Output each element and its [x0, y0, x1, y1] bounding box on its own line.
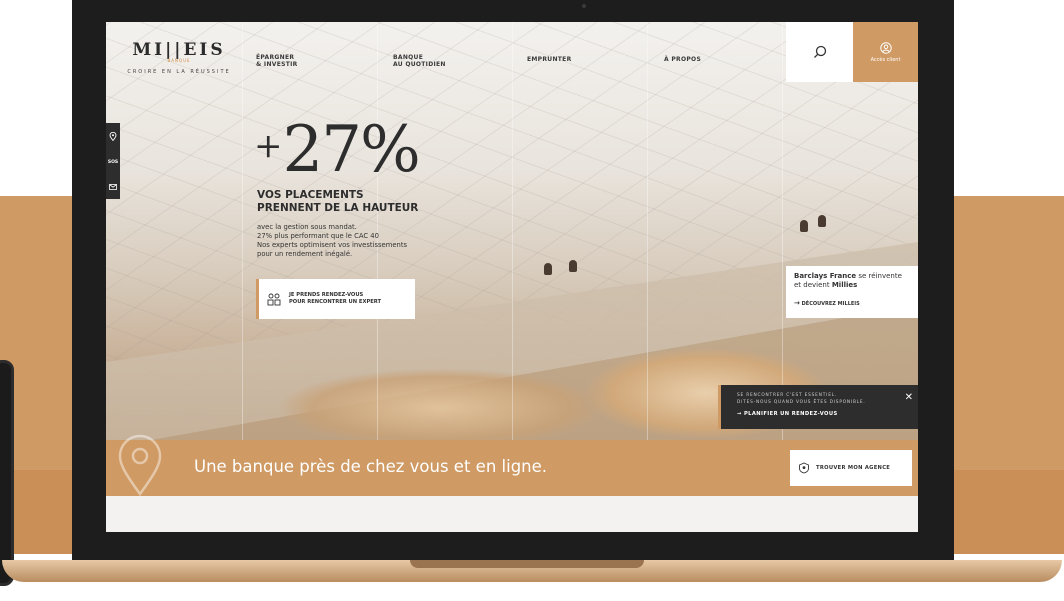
- nav-banque[interactable]: BANQUE AU QUOTIDIEN: [393, 54, 446, 68]
- hero-figure: +27%: [254, 114, 421, 182]
- bottom-strip: [106, 496, 918, 532]
- person-figure: [544, 263, 552, 275]
- hero-headline-line: PRENNENT DE LA HAUTEUR: [257, 202, 419, 214]
- user-icon: [879, 41, 892, 54]
- appointment-label: JE PRENDS RENDEZ-VOUS POUR RENCONTRER UN…: [289, 292, 381, 307]
- website-screen: MI||EIS BANQUE CROIRE EN LA RÉUSSITE ÉPA…: [106, 22, 918, 532]
- logo-wordmark: MI||EIS: [132, 40, 226, 60]
- find-agency-button[interactable]: TROUVER MON AGENCE: [790, 450, 912, 486]
- meeting-banner: SE RENCONTRER C'EST ESSENTIEL. DITES-NOU…: [718, 385, 918, 429]
- meeting-line: DITES-NOUS QUAND VOUS ÊTES DISPONIBLE.: [737, 400, 866, 405]
- appointment-label-line: POUR RENCONTRER UN EXPERT: [289, 299, 382, 305]
- promo-new-brand: Millies: [831, 281, 858, 289]
- sos-button[interactable]: SOS: [108, 160, 118, 165]
- agency-band: Une banque près de chez vous et en ligne…: [106, 434, 918, 496]
- promo-link-label: DÉCOUVREZ MILLEIS: [801, 301, 860, 307]
- promo-link[interactable]: → DÉCOUVREZ MILLEIS: [794, 299, 860, 307]
- nav-emprunter[interactable]: EMPRUNTER: [527, 56, 572, 63]
- search-button[interactable]: [786, 22, 853, 82]
- promo-text-part: et devient: [794, 281, 832, 289]
- promo-text-part: se réinvente: [856, 272, 902, 280]
- hero-desc-line: pour un rendement inégalé.: [257, 250, 353, 258]
- client-access-label: Accès client: [870, 56, 901, 63]
- camera: [582, 4, 586, 8]
- logo[interactable]: MI||EIS BANQUE CROIRE EN LA RÉUSSITE: [124, 40, 234, 75]
- appointment-label-line: JE PRENDS RENDEZ-VOUS: [289, 291, 364, 298]
- meeting-line: SE RENCONTRER C'EST ESSENTIEL.: [737, 393, 838, 398]
- hero-percent: 27%: [282, 113, 421, 187]
- person-figure: [800, 220, 808, 232]
- schedule-meeting-label: PLANIFIER UN RENDEZ-VOUS: [743, 411, 838, 417]
- nav-epargner[interactable]: ÉPARGNER & INVESTIR: [256, 54, 298, 68]
- hero-swirl: [276, 368, 606, 448]
- people-meeting-icon: [267, 293, 281, 306]
- location-pin-outline-icon: [118, 434, 162, 496]
- quick-sidebar: SOS: [106, 123, 120, 199]
- promo-text: Barclays France se réinvente et devient …: [794, 272, 916, 290]
- arrow-right-icon: →: [737, 411, 742, 417]
- find-agency-label: TROUVER MON AGENCE: [816, 465, 891, 471]
- logo-tagline: CROIRE EN LA RÉUSSITE: [127, 69, 231, 75]
- schedule-meeting-link[interactable]: → PLANIFIER UN RENDEZ-VOUS: [737, 411, 838, 417]
- search-icon: [813, 45, 826, 58]
- mail-icon[interactable]: [109, 183, 117, 190]
- shield-pin-icon: [799, 462, 809, 474]
- agency-title: Une banque près de chez vous et en ligne…: [194, 457, 548, 476]
- person-figure: [569, 260, 577, 272]
- hero-desc-line: 27% plus performant que le CAC 40: [257, 232, 379, 240]
- client-access-button[interactable]: Accès client: [853, 22, 918, 82]
- hero-desc-line: Nos experts optimisent vos investissemen…: [257, 241, 408, 249]
- nav-a-propos[interactable]: À PROPOS: [664, 56, 701, 63]
- promo-card[interactable]: Barclays France se réinvente et devient …: [786, 266, 918, 318]
- hero-plus: +: [254, 126, 283, 166]
- promo-brand: Barclays France: [794, 272, 857, 280]
- hero-desc-line: avec la gestion sous mandat.: [257, 223, 357, 231]
- phone-edge: [0, 360, 14, 586]
- person-figure: [818, 215, 826, 227]
- hero-description: avec la gestion sous mandat. 27% plus pe…: [257, 223, 447, 259]
- laptop-notch: [410, 560, 644, 568]
- location-pin-icon[interactable]: [109, 132, 117, 142]
- hero-headline: VOS PLACEMENTS PRENNENT DE LA HAUTEUR: [257, 189, 457, 215]
- close-icon[interactable]: ✕: [905, 392, 913, 403]
- appointment-button[interactable]: JE PRENDS RENDEZ-VOUS POUR RENCONTRER UN…: [256, 279, 415, 319]
- arrow-right-icon: →: [794, 299, 800, 307]
- hero-headline-line: VOS PLACEMENTS: [257, 189, 364, 201]
